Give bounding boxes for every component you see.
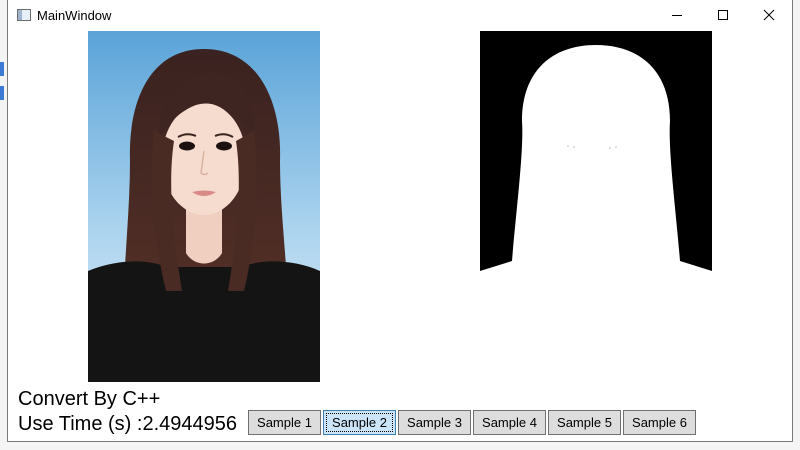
result-mask-image bbox=[480, 31, 712, 382]
close-icon bbox=[763, 9, 775, 21]
sample-6-button[interactable]: Sample 6 bbox=[623, 410, 696, 435]
minimize-button[interactable] bbox=[654, 0, 700, 30]
window-title: MainWindow bbox=[37, 8, 112, 23]
use-time-label: Use Time (s) :2.4944956 bbox=[18, 413, 237, 435]
sample-3-button[interactable]: Sample 3 bbox=[398, 410, 471, 435]
maximize-button[interactable] bbox=[700, 0, 746, 30]
gutter-marker bbox=[0, 62, 4, 76]
window-app-icon bbox=[17, 9, 31, 21]
convert-label: Convert By C++ bbox=[18, 388, 161, 410]
sample-1-button[interactable]: Sample 1 bbox=[248, 410, 321, 435]
sample-5-button[interactable]: Sample 5 bbox=[548, 410, 621, 435]
sample-2-button[interactable]: Sample 2 bbox=[323, 410, 396, 435]
title-bar[interactable]: MainWindow bbox=[8, 0, 792, 30]
close-button[interactable] bbox=[746, 0, 792, 30]
minimize-icon bbox=[672, 15, 682, 16]
gutter-marker bbox=[0, 86, 4, 100]
original-image bbox=[88, 31, 320, 382]
sample-4-button[interactable]: Sample 4 bbox=[473, 410, 546, 435]
background-bottom-strip bbox=[0, 441, 800, 450]
maximize-icon bbox=[718, 10, 728, 20]
main-window: MainWindow Convert By C++ Use Time (s):… bbox=[8, 0, 792, 441]
